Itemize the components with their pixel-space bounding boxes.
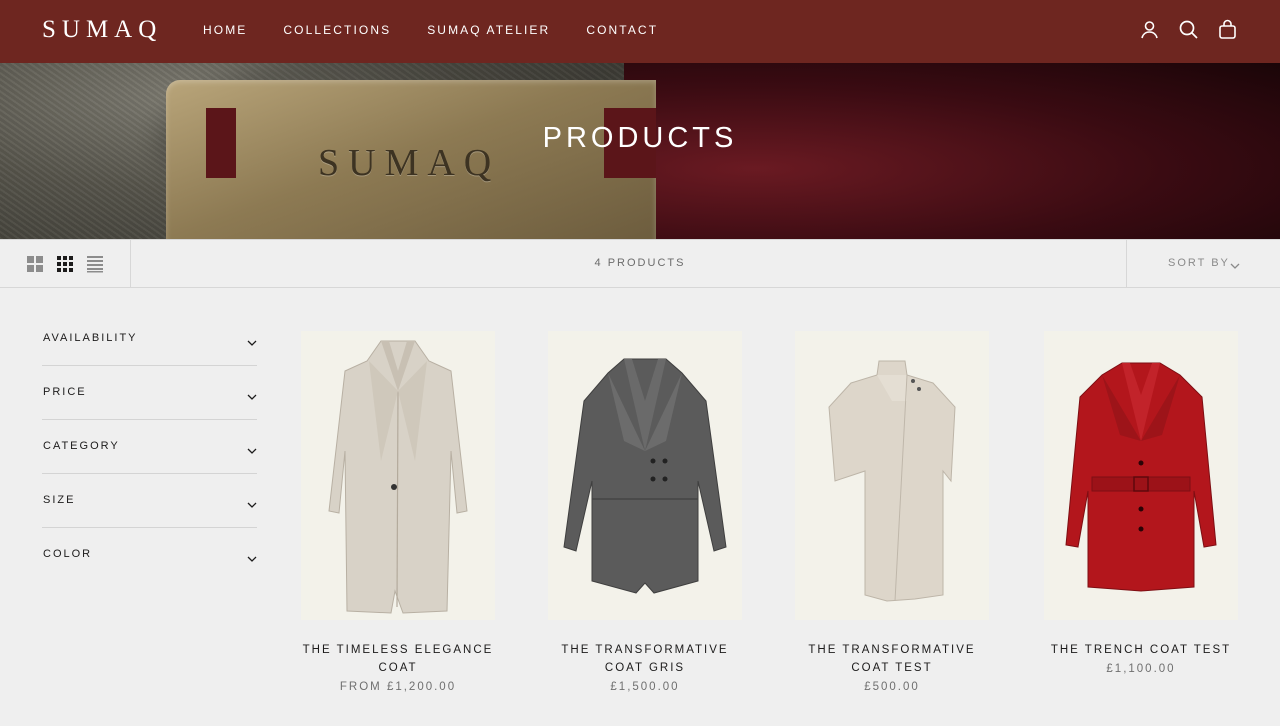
product-image[interactable] xyxy=(548,331,742,620)
filter-label: AVAILABILITY xyxy=(43,332,138,344)
hero-banner: SUMAQ PRODUCTS xyxy=(0,63,1280,239)
chevron-down-icon xyxy=(247,550,257,562)
chevron-down-icon xyxy=(247,388,257,400)
product-title[interactable]: THE TIMELESS ELEGANCE COAT xyxy=(301,641,495,677)
product-title[interactable]: THE TRENCH COAT TEST xyxy=(1044,641,1238,659)
filter-sidebar: AVAILABILITY PRICE CATEGORY SIZE COLOR xyxy=(42,312,257,582)
product-title-line: THE TRANSFORMATIVE xyxy=(808,644,976,656)
product-title-line: THE TRANSFORMATIVE xyxy=(561,644,729,656)
logo[interactable]: SUMAQ xyxy=(42,16,162,44)
chevron-down-icon xyxy=(247,496,257,508)
product-title-line: COAT TEST xyxy=(851,662,933,674)
chevron-down-icon xyxy=(247,442,257,454)
filter-availability[interactable]: AVAILABILITY xyxy=(42,312,257,366)
product-card[interactable]: THE TRENCH COAT TEST £1,100.00 xyxy=(1044,331,1238,675)
product-image[interactable] xyxy=(301,331,495,620)
site-header: SUMAQ HOME COLLECTIONS SUMAQ ATELIER CON… xyxy=(0,0,1280,63)
nav-collections[interactable]: COLLECTIONS xyxy=(283,23,391,37)
chevron-down-icon xyxy=(247,334,257,346)
product-price: £1,500.00 xyxy=(610,681,680,693)
nav-sumaq-atelier[interactable]: SUMAQ ATELIER xyxy=(427,23,550,37)
sort-label: SORT BY xyxy=(1168,257,1230,269)
filter-label: SIZE xyxy=(43,494,76,506)
account-icon[interactable] xyxy=(1139,19,1160,40)
product-title[interactable]: THE TRANSFORMATIVE COAT TEST xyxy=(795,641,989,677)
product-title[interactable]: THE TRANSFORMATIVE COAT GRIS xyxy=(548,641,742,677)
header-icons xyxy=(1139,19,1238,40)
chevron-down-icon xyxy=(1230,258,1240,269)
filter-size[interactable]: SIZE xyxy=(42,474,257,528)
page-title: PRODUCTS xyxy=(542,122,738,154)
filter-color[interactable]: COLOR xyxy=(42,528,257,582)
product-image[interactable] xyxy=(795,331,989,620)
filter-label: PRICE xyxy=(43,386,87,398)
product-card[interactable]: THE TIMELESS ELEGANCE COAT FROM £1,200.0… xyxy=(301,331,495,693)
filter-category[interactable]: CATEGORY xyxy=(42,420,257,474)
main-nav: HOME COLLECTIONS SUMAQ ATELIER CONTACT xyxy=(203,23,694,37)
product-count: 4 PRODUCTS xyxy=(594,257,686,269)
product-title-line: THE TRENCH COAT TEST xyxy=(1050,644,1232,656)
nav-contact[interactable]: CONTACT xyxy=(586,23,658,37)
search-icon[interactable] xyxy=(1178,19,1199,40)
product-card[interactable]: THE TRANSFORMATIVE COAT GRIS £1,500.00 xyxy=(548,331,742,693)
product-title-line: COAT GRIS xyxy=(604,662,686,674)
collection-toolbar: 4 PRODUCTS SORT BY xyxy=(0,239,1280,288)
bag-icon[interactable] xyxy=(1217,19,1238,40)
sort-dropdown[interactable]: SORT BY xyxy=(1126,240,1280,288)
product-card[interactable]: THE TRANSFORMATIVE COAT TEST £500.00 xyxy=(795,331,989,693)
product-price: £500.00 xyxy=(864,681,920,693)
nav-home[interactable]: HOME xyxy=(203,23,247,37)
product-price: FROM £1,200.00 xyxy=(339,681,457,693)
filter-price[interactable]: PRICE xyxy=(42,366,257,420)
product-title-line: THE TIMELESS ELEGANCE xyxy=(302,644,494,656)
product-title-line: COAT xyxy=(378,662,418,674)
product-image[interactable] xyxy=(1044,331,1238,620)
product-price: £1,100.00 xyxy=(1106,663,1176,675)
filter-label: CATEGORY xyxy=(43,440,120,452)
filter-label: COLOR xyxy=(43,548,93,560)
